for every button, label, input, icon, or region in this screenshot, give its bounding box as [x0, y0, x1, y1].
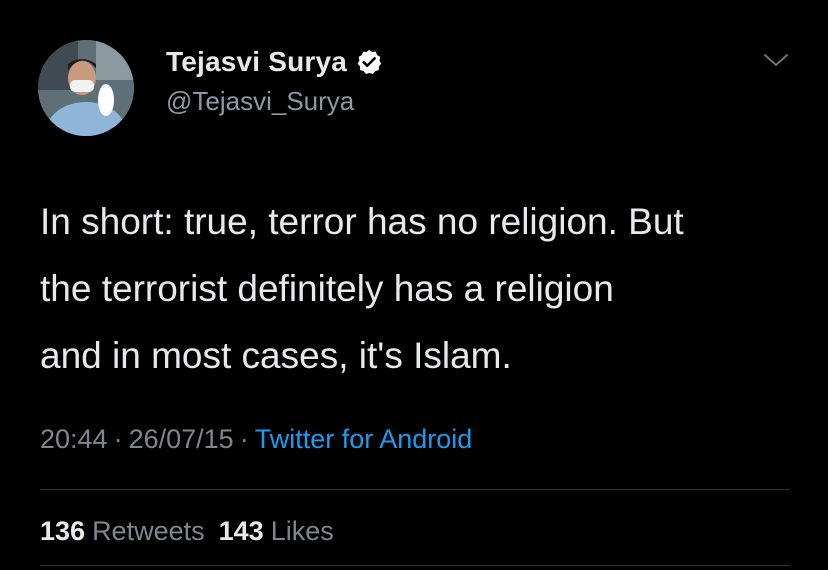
likes-count: 143: [218, 516, 264, 546]
likes-stat[interactable]: 143 Likes: [219, 516, 348, 546]
tweet-date[interactable]: 26/07/15: [129, 424, 234, 454]
separator: ·: [113, 424, 123, 454]
avatar[interactable]: [38, 40, 134, 136]
chevron-down-icon[interactable]: [762, 50, 790, 70]
retweets-count: 136: [40, 516, 86, 546]
retweets-label: Retweets: [92, 516, 205, 546]
user-handle[interactable]: @Tejasvi_Surya: [166, 86, 354, 117]
separator: ·: [239, 424, 249, 454]
avatar-photo: [38, 40, 134, 136]
name-row: Tejasvi Surya: [166, 44, 383, 80]
verified-badge-icon: [355, 48, 383, 76]
display-name[interactable]: Tejasvi Surya: [166, 46, 347, 78]
likes-label: Likes: [270, 516, 334, 546]
tweet-meta: 20:44 · 26/07/15 · Twitter for Android: [40, 424, 472, 455]
tweet-text: In short: true, terror has no religion. …: [40, 201, 684, 376]
tweet-time[interactable]: 20:44: [40, 424, 108, 454]
divider: [40, 489, 790, 490]
divider: [40, 565, 790, 566]
tweet-stats: 136 Retweets 143 Likes: [40, 516, 348, 547]
tweet-source-link[interactable]: Twitter for Android: [255, 424, 473, 454]
tweet-card: Tejasvi Surya @Tejasvi_Surya In short: t…: [0, 0, 828, 570]
retweets-stat[interactable]: 136 Retweets: [40, 516, 219, 546]
